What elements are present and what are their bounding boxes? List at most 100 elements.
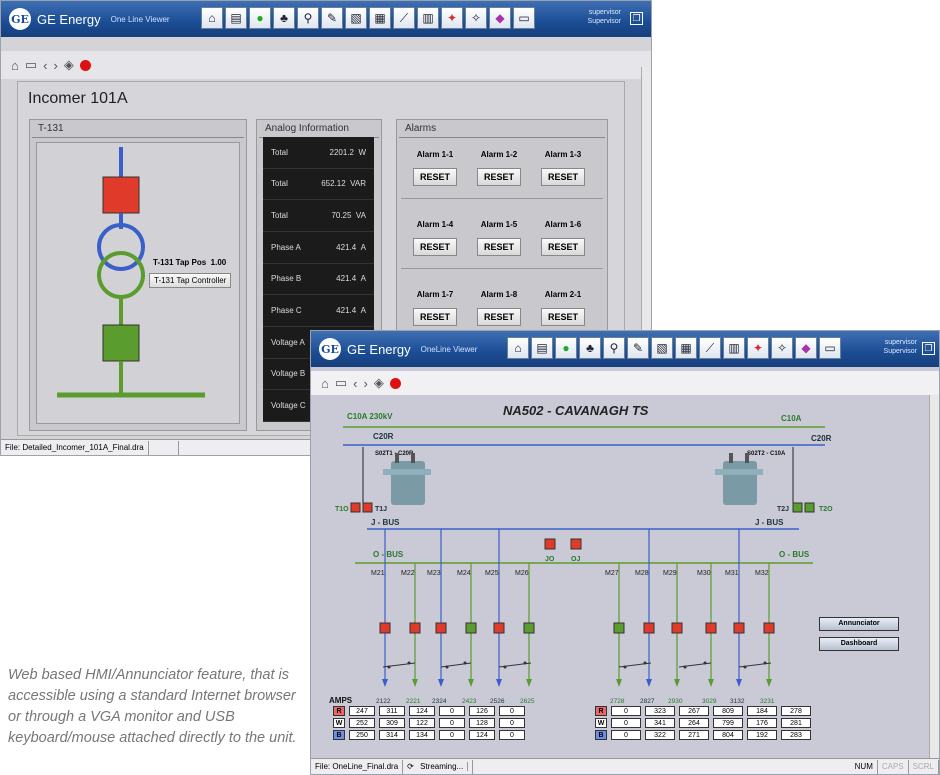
annunciator-button[interactable]: Annunciator: [819, 617, 899, 631]
green-ball-icon[interactable]: ●: [249, 7, 271, 29]
home-icon[interactable]: ⌂: [201, 7, 223, 29]
feeder-arrow: [616, 679, 622, 687]
analog-unit: A: [360, 274, 366, 284]
trend-icon[interactable]: ⟋: [699, 337, 721, 359]
alarm-label: Alarm 1-2: [480, 150, 518, 159]
stop-icon[interactable]: [79, 59, 91, 71]
analog-unit: A: [360, 306, 366, 316]
reset-button[interactable]: RESET: [477, 238, 521, 256]
restore-icon[interactable]: ❐: [922, 342, 935, 355]
amps-cell: 0: [611, 706, 641, 716]
grid-icon[interactable]: ▥: [417, 7, 439, 29]
document-icon[interactable]: ▧: [345, 7, 367, 29]
book-icon[interactable]: ◆: [795, 337, 817, 359]
feeder-breaker[interactable]: [643, 622, 655, 634]
forward-icon[interactable]: ›: [54, 58, 58, 73]
panel-title: Alarms: [399, 120, 605, 138]
feeder-breaker[interactable]: [613, 622, 625, 634]
events-icon[interactable]: ✧: [771, 337, 793, 359]
amps-cell: 267: [679, 706, 709, 716]
green-ball-icon[interactable]: ●: [555, 337, 577, 359]
home-icon[interactable]: ⌂: [507, 337, 529, 359]
folder-icon[interactable]: ▭: [25, 57, 37, 73]
refresh-icon[interactable]: ◈: [64, 57, 74, 73]
report-icon[interactable]: ▦: [369, 7, 391, 29]
feeder-label: M26: [515, 570, 529, 577]
network-icon[interactable]: ♣: [273, 7, 295, 29]
feeder-breaker[interactable]: [523, 622, 535, 634]
zoom-icon[interactable]: ⚲: [603, 337, 625, 359]
feeder-breaker[interactable]: [493, 622, 505, 634]
reset-button[interactable]: RESET: [413, 308, 457, 326]
alarm-label: Alarm 1-5: [480, 220, 518, 229]
feeder-breaker[interactable]: [733, 622, 745, 634]
monitor-icon[interactable]: ▭: [513, 7, 535, 29]
streaming-text: Streaming...: [416, 761, 469, 771]
status-file: File: Detailed_Incomer_101A_Final.dra: [1, 440, 149, 455]
t1j-breaker[interactable]: [362, 502, 373, 513]
reset-button[interactable]: RESET: [541, 308, 585, 326]
t2j-breaker[interactable]: [792, 502, 803, 513]
grid-icon[interactable]: ▥: [723, 337, 745, 359]
pencil-icon[interactable]: ✎: [321, 7, 343, 29]
t2j-label: T2J: [777, 506, 789, 513]
restore-icon[interactable]: ❐: [630, 12, 643, 25]
alarm-icon[interactable]: ✦: [747, 337, 769, 359]
amps-cell: 184: [747, 706, 777, 716]
network-icon[interactable]: ♣: [579, 337, 601, 359]
book-icon[interactable]: ◆: [489, 7, 511, 29]
zoom-icon[interactable]: ⚲: [297, 7, 319, 29]
chart-icon[interactable]: ▤: [531, 337, 553, 359]
alarm-label: Alarm 1-3: [544, 150, 582, 159]
tap-controller-button[interactable]: T-131 Tap Controller: [149, 273, 232, 288]
document-icon[interactable]: ▧: [651, 337, 673, 359]
reset-button[interactable]: RESET: [413, 238, 457, 256]
reset-button[interactable]: RESET: [413, 168, 457, 186]
back-icon[interactable]: ‹: [353, 376, 357, 391]
analog-row: Total 2201.2 W: [263, 137, 374, 169]
dashboard-button[interactable]: Dashboard: [819, 637, 899, 651]
folder-icon[interactable]: ▭: [335, 375, 347, 391]
feeder-label: M25: [485, 570, 499, 577]
reset-button[interactable]: RESET: [541, 168, 585, 186]
feeder-breaker[interactable]: [409, 622, 421, 634]
t2o-breaker[interactable]: [804, 502, 815, 513]
home-icon[interactable]: ⌂: [321, 376, 329, 391]
t1o-breaker[interactable]: [350, 502, 361, 513]
reset-button[interactable]: RESET: [541, 238, 585, 256]
monitor-icon[interactable]: ▭: [819, 337, 841, 359]
reset-button[interactable]: RESET: [477, 168, 521, 186]
feeder-breaker[interactable]: [465, 622, 477, 634]
switch-dot: [623, 665, 627, 669]
refresh-icon[interactable]: ◈: [374, 375, 384, 391]
feeder-breaker[interactable]: [671, 622, 683, 634]
chart-icon[interactable]: ▤: [225, 7, 247, 29]
forward-icon[interactable]: ›: [364, 376, 368, 391]
amps-cell: 0: [611, 718, 641, 728]
feeder-amps: 2324: [432, 698, 447, 705]
feeder-breaker[interactable]: [435, 622, 447, 634]
feeder-breaker[interactable]: [705, 622, 717, 634]
home-icon[interactable]: ⌂: [11, 58, 19, 73]
alarm-label: Alarm 2-1: [544, 290, 582, 299]
events-icon[interactable]: ✧: [465, 7, 487, 29]
pencil-icon[interactable]: ✎: [627, 337, 649, 359]
oj-breaker[interactable]: [570, 538, 582, 550]
stop-icon[interactable]: [389, 377, 401, 389]
jo-breaker[interactable]: [544, 538, 556, 550]
report-icon[interactable]: ▦: [675, 337, 697, 359]
transformer-right-icon: [715, 453, 763, 505]
scrollbar[interactable]: [929, 395, 939, 758]
feeder-arrow: [736, 679, 742, 687]
trend-icon[interactable]: ⟋: [393, 7, 415, 29]
amps-cell: 283: [781, 730, 811, 740]
amps-cell: 0: [499, 718, 525, 728]
feeder-breaker[interactable]: [763, 622, 775, 634]
reset-button[interactable]: RESET: [477, 308, 521, 326]
alarm-icon[interactable]: ✦: [441, 7, 463, 29]
feeder-breaker[interactable]: [379, 622, 391, 634]
user-name: supervisor: [884, 339, 917, 346]
back-icon[interactable]: ‹: [43, 58, 47, 73]
t2-label: S02T2 - C10A: [747, 451, 786, 457]
feeder-arrow: [674, 679, 680, 687]
